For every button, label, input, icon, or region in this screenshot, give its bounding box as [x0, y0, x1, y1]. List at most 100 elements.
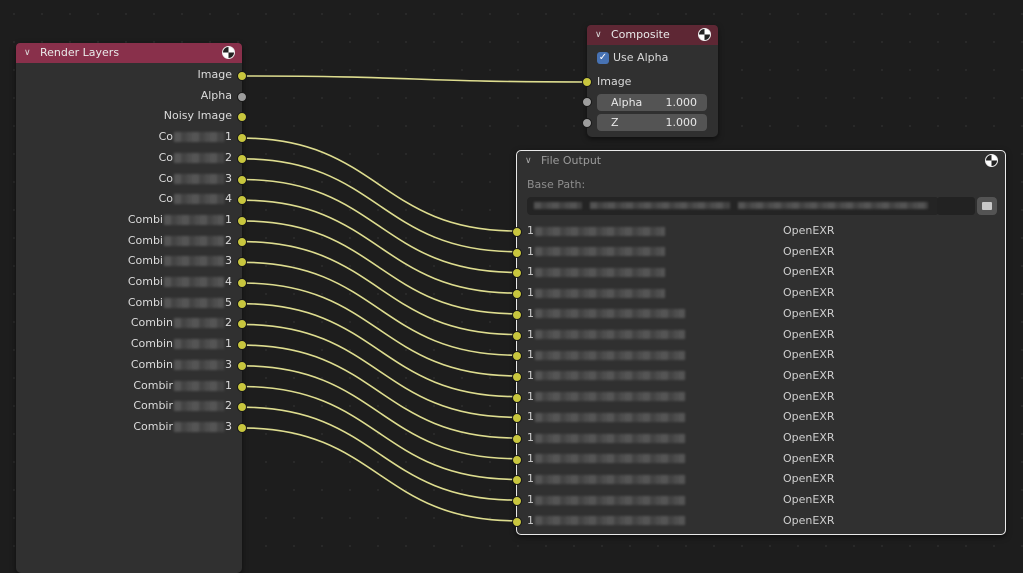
node-link[interactable]: [241, 406, 517, 501]
file-output-input-socket[interactable]: [512, 289, 522, 300]
redacted-text: [174, 339, 224, 350]
file-output-header[interactable]: ∨ File Output: [517, 151, 1005, 171]
file-output-input-row[interactable]: 1 OpenEXR: [527, 493, 835, 507]
composite-header[interactable]: ∨ Composite: [587, 25, 718, 45]
render-output-socket[interactable]: [237, 422, 247, 433]
file-output-input-row[interactable]: 1 OpenEXR: [527, 472, 835, 486]
alpha-value-field[interactable]: Alpha 1.000: [597, 94, 707, 111]
file-output-format-label: OpenEXR: [783, 368, 835, 382]
redacted-text: [535, 516, 685, 526]
node-link[interactable]: [241, 344, 517, 439]
file-output-input-row[interactable]: 1 OpenEXR: [527, 431, 835, 445]
redacted-text: [535, 412, 685, 422]
file-output-input-row[interactable]: 1 OpenEXR: [527, 390, 835, 404]
node-link[interactable]: [241, 199, 517, 294]
render-output-label-text: Combi: [127, 233, 163, 247]
file-output-input-socket[interactable]: [512, 516, 522, 527]
composite-alpha-input-socket[interactable]: [582, 97, 592, 107]
node-preview-icon[interactable]: [985, 154, 998, 167]
node-link[interactable]: [241, 261, 517, 356]
file-output-input-row[interactable]: 1 OpenEXR: [527, 410, 835, 424]
render-output-socket[interactable]: [237, 278, 247, 288]
collapse-chevron-icon[interactable]: ∨: [24, 43, 31, 63]
node-preview-icon[interactable]: [222, 46, 235, 59]
render-output-socket[interactable]: [237, 257, 247, 268]
file-output-input-row[interactable]: 1 OpenEXR: [527, 286, 835, 300]
render-output-socket[interactable]: [237, 360, 247, 371]
redacted-text: [535, 267, 665, 277]
node-link[interactable]: [241, 137, 517, 232]
redacted-text: [164, 277, 224, 287]
node-link[interactable]: [241, 158, 517, 253]
render-output-socket[interactable]: [237, 71, 247, 81]
node-preview-icon[interactable]: [698, 28, 711, 41]
render-output-socket[interactable]: [237, 340, 247, 351]
render-output-socket[interactable]: [237, 91, 247, 102]
file-output-input-socket[interactable]: [512, 475, 522, 486]
file-output-input-socket[interactable]: [512, 268, 522, 279]
file-output-input-socket[interactable]: [512, 330, 522, 341]
render-output-socket[interactable]: [237, 298, 247, 309]
folder-browse-icon[interactable]: [977, 197, 997, 215]
render-output-socket[interactable]: [237, 319, 247, 330]
composite-z-input-socket[interactable]: [582, 118, 592, 128]
render-output-label-suffix: 2: [225, 233, 232, 247]
render-output-label-suffix: 3: [225, 357, 232, 371]
file-output-input-row[interactable]: 1 OpenEXR: [527, 369, 835, 383]
node-link[interactable]: [241, 220, 517, 315]
file-output-input-row[interactable]: 1 OpenEXR: [527, 307, 835, 321]
file-output-input-socket[interactable]: [512, 309, 522, 320]
file-output-input-row[interactable]: 1 OpenEXR: [527, 224, 835, 238]
render-output-socket[interactable]: [237, 153, 247, 164]
redacted-text: [174, 401, 224, 412]
node-link[interactable]: [241, 427, 517, 522]
render-output-socket[interactable]: [237, 402, 247, 413]
render-output-socket[interactable]: [237, 236, 247, 247]
render-output-socket[interactable]: [237, 381, 247, 392]
composite-node[interactable]: ∨ Composite ✓ Use Alpha Image Alpha 1.00…: [582, 25, 718, 137]
render-output-label: Combir 2: [133, 399, 232, 412]
render-layers-header[interactable]: ∨ Render Layers: [16, 43, 242, 63]
file-output-input-row[interactable]: 1 OpenEXR: [527, 265, 835, 279]
node-link[interactable]: [241, 385, 517, 481]
file-output-input-socket[interactable]: [512, 247, 522, 258]
render-output-socket[interactable]: [237, 174, 247, 185]
file-output-format-label: OpenEXR: [783, 389, 835, 403]
file-output-input-socket[interactable]: [512, 227, 522, 237]
render-output-socket[interactable]: [237, 133, 247, 144]
node-link[interactable]: [241, 302, 517, 398]
render-output-socket[interactable]: [237, 215, 247, 226]
node-link[interactable]: [241, 240, 517, 336]
node-link[interactable]: [241, 75, 588, 83]
render-output-label: Combin 3: [131, 358, 232, 371]
file-output-input-row[interactable]: 1 OpenEXR: [527, 348, 835, 362]
file-output-node[interactable]: ∨ File Output Base Path: 1 OpenEXR 1 OpenEX…: [512, 150, 1006, 535]
file-output-input-socket[interactable]: [512, 371, 522, 382]
file-output-input-row[interactable]: 1 OpenEXR: [527, 328, 835, 342]
file-output-input-socket[interactable]: [512, 351, 522, 362]
collapse-chevron-icon[interactable]: ∨: [525, 151, 532, 171]
use-alpha-checkbox[interactable]: ✓: [597, 52, 609, 64]
redacted-text: [535, 392, 685, 402]
render-output-socket[interactable]: [237, 112, 247, 123]
z-value-field[interactable]: Z 1.000: [597, 114, 707, 131]
node-link[interactable]: [241, 365, 517, 460]
file-output-input-row[interactable]: 1 OpenEXR: [527, 514, 835, 528]
file-output-input-row[interactable]: 1 OpenEXR: [527, 452, 835, 466]
base-path-input[interactable]: [527, 197, 939, 215]
render-output-label-suffix: 1: [225, 212, 232, 226]
collapse-chevron-icon[interactable]: ∨: [595, 25, 602, 45]
file-output-input-socket[interactable]: [512, 434, 522, 444]
file-output-input-socket[interactable]: [512, 413, 522, 424]
file-output-input-socket[interactable]: [512, 496, 522, 507]
file-output-input-socket[interactable]: [512, 454, 522, 465]
file-output-input-row[interactable]: 1 OpenEXR: [527, 245, 835, 259]
node-link[interactable]: [241, 323, 517, 419]
base-path-input-end[interactable]: [937, 197, 975, 215]
file-output-input-socket[interactable]: [512, 392, 522, 403]
render-layers-node[interactable]: ∨ Render Layers Image Alpha Noisy Image Co 1…: [16, 43, 247, 573]
node-link[interactable]: [241, 178, 517, 274]
node-link[interactable]: [241, 282, 517, 377]
composite-image-input-socket[interactable]: [582, 77, 592, 87]
render-output-socket[interactable]: [237, 195, 247, 206]
